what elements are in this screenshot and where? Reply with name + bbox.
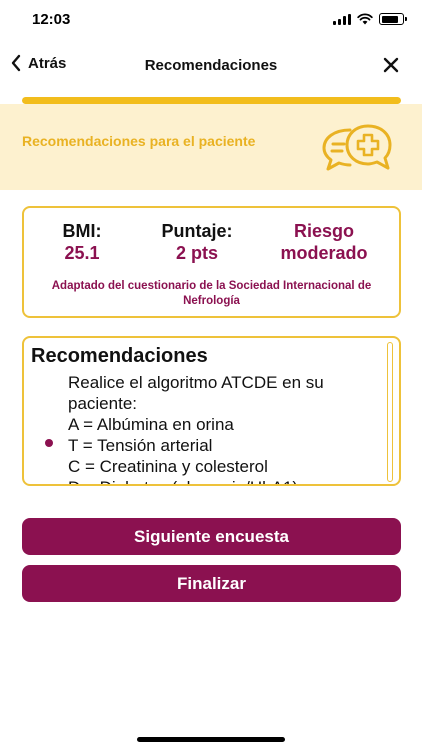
bullet-icon: [45, 439, 53, 447]
risk-result: Riesgo moderado: [264, 220, 384, 264]
header-text: Recomendaciones para el paciente: [22, 133, 256, 149]
finish-button[interactable]: Finalizar: [22, 565, 401, 602]
speech-bubbles-icon: [322, 124, 392, 171]
source-note: Adaptado del cuestionario de la Sociedad…: [51, 280, 372, 307]
home-indicator: [137, 737, 285, 742]
battery-icon: [379, 13, 407, 25]
recommendations-list: Realice el algoritmo ATCDE en su pacient…: [68, 372, 368, 484]
score-value: 2 pts: [175, 243, 218, 263]
list-item: Realice el algoritmo ATCDE en su pacient…: [68, 373, 324, 413]
list-item: D = Diabetes (glucemia/HbA1): [68, 477, 368, 484]
progress-fill: [22, 97, 401, 104]
close-icon: [383, 57, 399, 73]
scrollbar[interactable]: [387, 342, 393, 482]
recommendations-card[interactable]: Recomendaciones Realice el algoritmo ATC…: [22, 336, 401, 486]
recommendations-title: Recomendaciones: [31, 345, 208, 367]
bmi-result: BMI: 25.1: [42, 220, 122, 264]
list-item: C = Creatinina y colesterol: [68, 457, 268, 476]
next-survey-button[interactable]: Siguiente encuesta: [22, 518, 401, 555]
list-item: T = Tensión arterial: [68, 436, 213, 455]
close-button[interactable]: [382, 56, 400, 79]
status-bar: 12:03: [0, 0, 422, 42]
nav-bar: Atrás Recomendaciones: [0, 42, 422, 90]
list-item: A = Albúmina en orina: [68, 415, 234, 434]
header-band: Recomendaciones para el paciente: [0, 104, 422, 190]
bmi-value: 25.1: [64, 243, 100, 263]
result-card: BMI: 25.1 Puntaje: 2 pts Riesgo moderado…: [22, 206, 401, 318]
score-label: Puntaje:: [161, 221, 233, 241]
status-icons: [333, 13, 407, 25]
bmi-label: BMI:: [62, 221, 102, 241]
status-time: 12:03: [32, 11, 71, 28]
page-title: Recomendaciones: [144, 57, 278, 74]
progress-bar: [22, 97, 401, 104]
risk-label: Riesgo: [293, 221, 354, 241]
signal-icon: [333, 13, 351, 25]
score-result: Puntaje: 2 pts: [142, 220, 252, 264]
wifi-icon: [357, 13, 373, 25]
risk-value: moderado: [280, 243, 368, 263]
